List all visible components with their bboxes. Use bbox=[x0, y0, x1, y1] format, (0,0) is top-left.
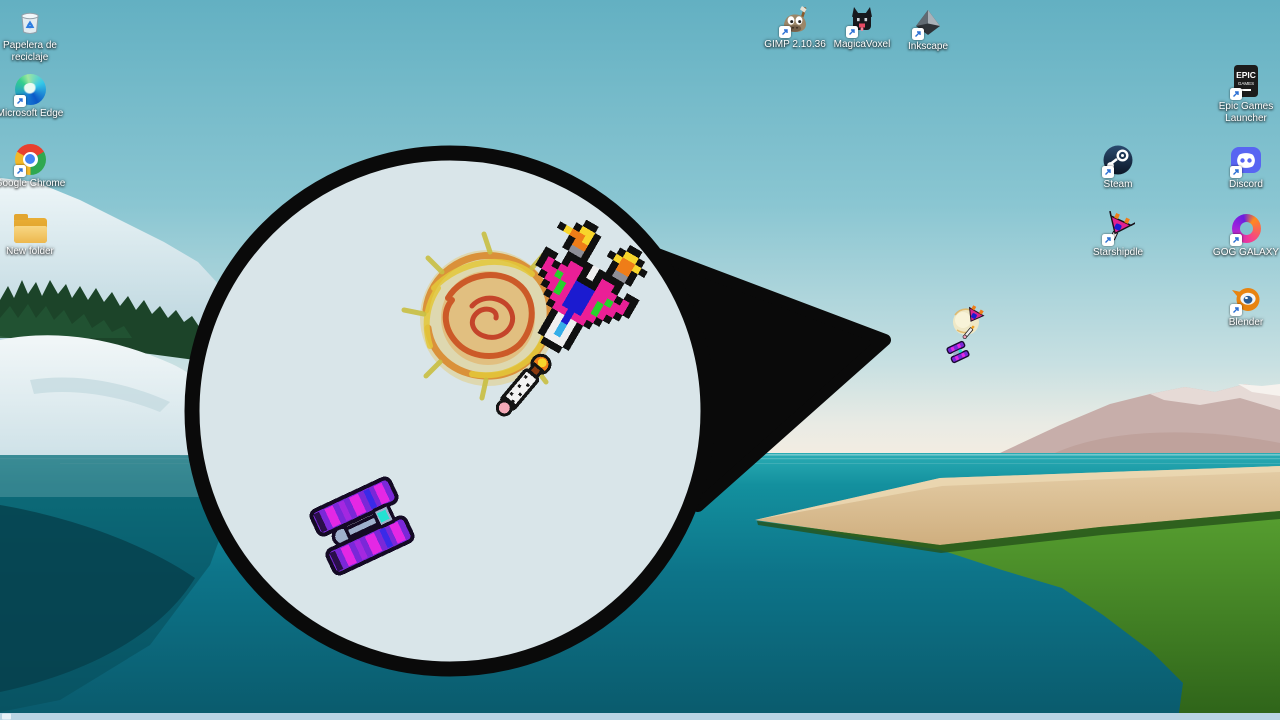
shortcut-arrow-icon bbox=[1102, 234, 1114, 246]
starshipdle-icon bbox=[1100, 210, 1136, 246]
desktop-icon-inkscape[interactable]: Inkscape bbox=[890, 4, 966, 53]
chrome-icon bbox=[12, 141, 48, 177]
desktop: Papelera de reciclaje Microsoft Edge Goo… bbox=[0, 0, 1280, 720]
desktop-icon-starshipdle[interactable]: Starshipdle bbox=[1080, 210, 1156, 259]
icon-label: Google Chrome bbox=[0, 178, 65, 190]
icon-label: MagicaVoxel bbox=[834, 39, 891, 51]
folder-icon bbox=[12, 209, 48, 245]
shortcut-arrow-icon bbox=[1230, 304, 1242, 316]
svg-text:GAMES: GAMES bbox=[1238, 81, 1254, 86]
blender-icon bbox=[1228, 280, 1264, 316]
inkscape-icon bbox=[910, 4, 946, 40]
desktop-icon-gimp[interactable]: GIMP 2.10.36 bbox=[757, 2, 833, 51]
desktop-icon-recycle-bin[interactable]: Papelera de reciclaje bbox=[0, 3, 68, 64]
edge-icon bbox=[12, 71, 48, 107]
shortcut-arrow-icon bbox=[1230, 234, 1242, 246]
icon-label: New folder bbox=[6, 246, 54, 258]
icon-label: GOG GALAXY bbox=[1213, 247, 1279, 259]
shortcut-arrow-icon bbox=[1230, 88, 1242, 100]
shortcut-arrow-icon bbox=[912, 28, 924, 40]
shortcut-arrow-icon bbox=[1230, 166, 1242, 178]
icon-label: Discord bbox=[1229, 179, 1263, 191]
bubble-circle bbox=[192, 153, 708, 669]
magnifier-bubble bbox=[0, 0, 1280, 720]
desktop-icon-magicavoxel[interactable]: MagicaVoxel bbox=[824, 2, 900, 51]
desktop-icon-steam[interactable]: Steam bbox=[1080, 142, 1156, 191]
icon-label: Epic Games Launcher bbox=[1208, 101, 1280, 125]
desktop-icon-chrome[interactable]: Google Chrome bbox=[0, 141, 68, 190]
desktop-icon-blender[interactable]: Blender bbox=[1208, 280, 1280, 329]
shortcut-arrow-icon bbox=[846, 26, 858, 38]
magicavoxel-icon bbox=[844, 2, 880, 38]
desktop-icon-edge[interactable]: Microsoft Edge bbox=[0, 71, 68, 120]
desktop-icon-gog-galaxy[interactable]: GOG GALAXY bbox=[1208, 210, 1280, 259]
desktop-icon-discord[interactable]: Discord bbox=[1208, 142, 1280, 191]
desktop-icon-epic-games[interactable]: EPIC GAMES Epic Games Launcher bbox=[1208, 64, 1280, 125]
shortcut-arrow-icon bbox=[14, 95, 26, 107]
discord-icon bbox=[1228, 142, 1264, 178]
icon-label: Blender bbox=[1229, 317, 1263, 329]
icon-label: Papelera de reciclaje bbox=[0, 40, 68, 64]
shortcut-arrow-icon bbox=[779, 26, 791, 38]
gog-galaxy-icon bbox=[1228, 210, 1264, 246]
shortcut-arrow-icon bbox=[1102, 166, 1114, 178]
icon-label: Microsoft Edge bbox=[0, 108, 63, 120]
desktop-icon-new-folder[interactable]: New folder bbox=[0, 209, 68, 258]
icon-label: Starshipdle bbox=[1093, 247, 1143, 259]
shortcut-arrow-icon bbox=[14, 165, 26, 177]
recycle-bin-icon bbox=[12, 3, 48, 39]
svg-text:EPIC: EPIC bbox=[1236, 70, 1256, 80]
epic-games-icon: EPIC GAMES bbox=[1228, 64, 1264, 100]
steam-icon bbox=[1100, 142, 1136, 178]
icon-label: Inkscape bbox=[908, 41, 948, 53]
icon-label: GIMP 2.10.36 bbox=[764, 39, 826, 51]
gimp-icon bbox=[777, 2, 813, 38]
icon-label: Steam bbox=[1104, 179, 1133, 191]
